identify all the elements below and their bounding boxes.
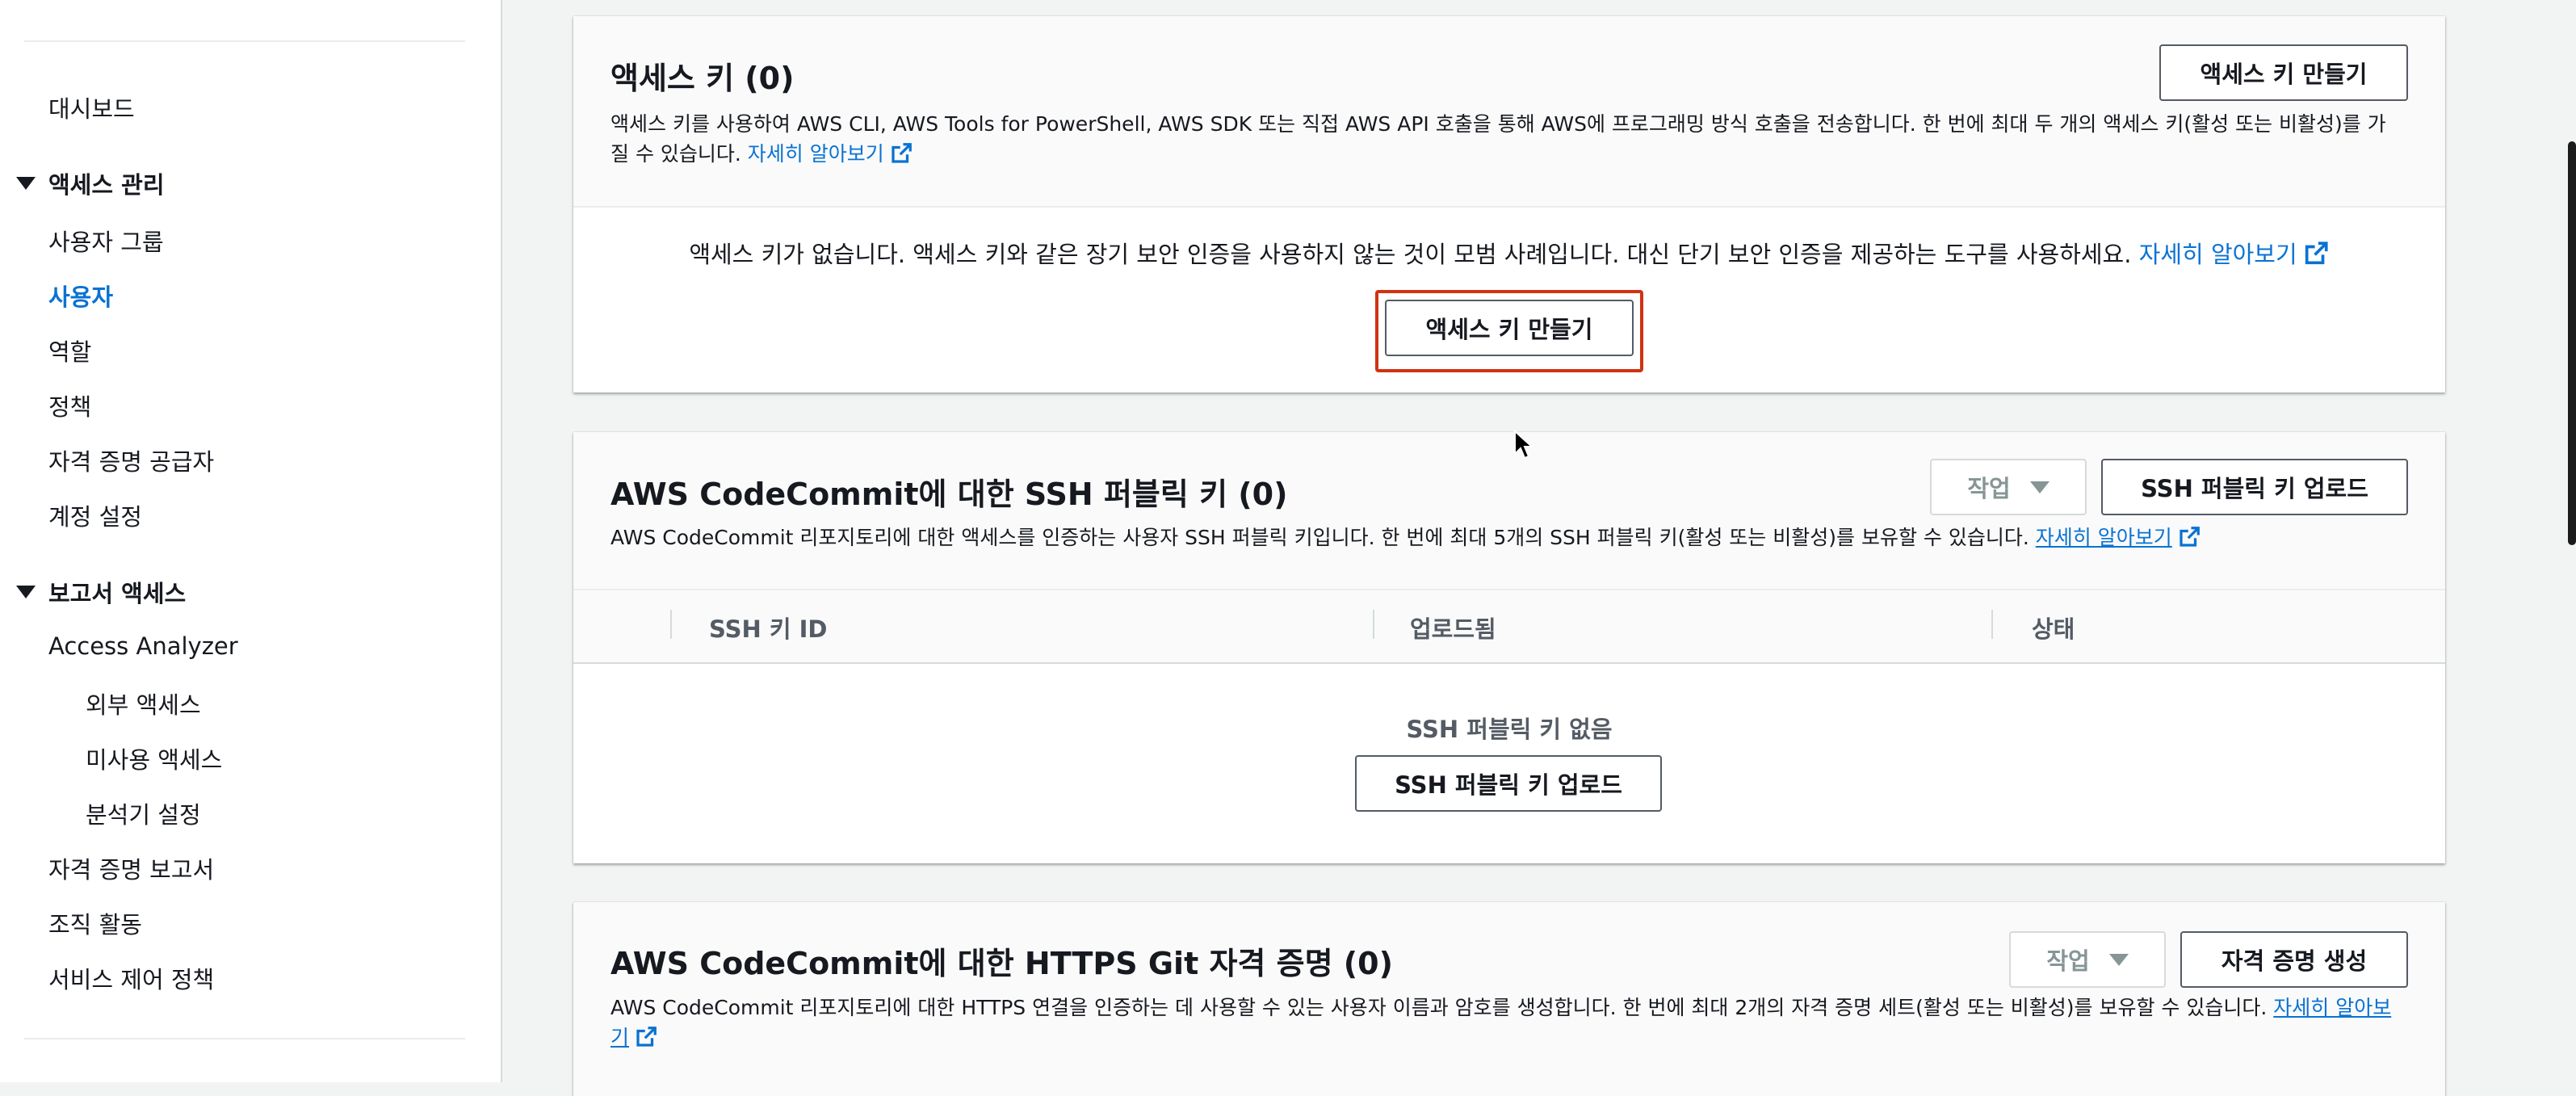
https-git-credentials-panel: AWS CodeCommit에 대한 HTTPS Git 자격 증명 (0) 작… (573, 902, 2445, 1096)
empty-state-upload-ssh-key-button[interactable]: SSH 퍼블릭 키 업로드 (1355, 755, 1662, 812)
column-header-status[interactable]: 상태 (2032, 611, 2075, 645)
empty-state-text: 액세스 키가 없습니다. 액세스 키와 같은 장기 보안 인증을 사용하지 않는… (689, 241, 2132, 268)
description-line: AWS CodeCommit 리포지토리에 대한 HTTPS 연결을 인증하는 … (610, 993, 2419, 1023)
sidebar-item-roles[interactable]: 역할 (48, 334, 91, 367)
generate-credentials-button[interactable]: 자격 증명 생성 (2180, 931, 2408, 988)
sidebar-item-account-settings[interactable]: 계정 설정 (48, 498, 142, 532)
description-line-2: 질 수 있습니다. 자세히 알아보기 (610, 139, 2419, 169)
learn-more-label: 자세히 알아보기 (2035, 526, 2172, 549)
description-text: AWS CodeCommit 리포지토리에 대한 액세스를 인증하는 사용자 S… (610, 526, 2029, 549)
upload-ssh-key-button[interactable]: SSH 퍼블릭 키 업로드 (2101, 459, 2408, 515)
description-text: 질 수 있습니다. (610, 142, 741, 166)
access-keys-panel: 액세스 키 (0) 액세스 키 만들기 액세스 키를 사용하여 AWS CLI,… (573, 16, 2445, 393)
panel-title: AWS CodeCommit에 대한 HTTPS Git 자격 증명 (0) (610, 946, 1393, 981)
caret-down-icon (16, 586, 36, 598)
sidebar-item-credential-report[interactable]: 자격 증명 보고서 (48, 851, 214, 885)
column-separator (670, 610, 672, 639)
column-header-ssh-key-id[interactable]: SSH 키 ID (709, 611, 827, 645)
sidebar-section-label: 보고서 액세스 (48, 580, 187, 607)
sidebar-item-dashboard[interactable]: 대시보드 (48, 90, 135, 124)
sidebar-item-external-access[interactable]: 외부 액세스 (86, 687, 201, 720)
sidebar-section-label: 액세스 관리 (48, 171, 165, 199)
sidebar-item-policies[interactable]: 정책 (48, 388, 91, 422)
panel-description: AWS CodeCommit 리포지토리에 대한 HTTPS 연결을 인증하는 … (610, 993, 2419, 1052)
sidebar-item-access-analyzer[interactable]: Access Analyzer (48, 632, 238, 660)
sidebar-item-identity-providers[interactable]: 자격 증명 공급자 (48, 443, 214, 477)
learn-more-link[interactable]: 자세히 알아보 (2273, 996, 2391, 1019)
sidebar-item-organization-activity[interactable]: 조직 활동 (48, 906, 142, 940)
empty-state-create-access-key-button[interactable]: 액세스 키 만들기 (1385, 300, 1634, 356)
sidebar-divider (24, 40, 465, 42)
actions-label: 작업 (2046, 947, 2090, 975)
description-text: AWS CodeCommit 리포지토리에 대한 HTTPS 연결을 인증하는 … (610, 996, 2268, 1019)
learn-more-link[interactable]: 자세히 알아보기 (2139, 241, 2330, 268)
create-access-key-button[interactable]: 액세스 키 만들기 (2159, 44, 2408, 101)
panel-title: AWS CodeCommit에 대한 SSH 퍼블릭 키 (0) (610, 477, 1288, 512)
scrollbar[interactable] (2568, 141, 2576, 545)
learn-more-link[interactable]: 자세히 알아보기 (2036, 526, 2201, 549)
table-top-divider (573, 589, 2445, 590)
external-link-icon (2305, 241, 2328, 265)
column-separator (1373, 610, 1374, 639)
table-header-divider (573, 662, 2445, 664)
panel-divider (573, 206, 2445, 208)
actions-label: 작업 (1967, 475, 2011, 502)
sidebar-item-user-groups[interactable]: 사용자 그룹 (48, 224, 164, 258)
description-line: 액세스 키를 사용하여 AWS CLI, AWS Tools for Power… (610, 112, 2386, 136)
description-line-2: 기 (610, 1023, 2419, 1052)
empty-state-message: 액세스 키가 없습니다. 액세스 키와 같은 장기 보안 인증을 사용하지 않는… (573, 236, 2445, 270)
ssh-keys-panel: AWS CodeCommit에 대한 SSH 퍼블릭 키 (0) 작업 SSH … (573, 432, 2445, 863)
panel-description: AWS CodeCommit 리포지토리에 대한 액세스를 인증하는 사용자 S… (610, 523, 2201, 552)
learn-more-label: 자세히 알아보기 (2138, 241, 2297, 268)
learn-more-label: 기 (610, 1026, 630, 1049)
actions-dropdown-button[interactable]: 작업 (1930, 459, 2087, 515)
learn-more-label: 자세히 알아보기 (747, 142, 884, 166)
sidebar-divider (24, 1038, 465, 1039)
empty-state-text: SSH 퍼블릭 키 없음 (1406, 716, 1613, 743)
learn-more-link-continued[interactable]: 기 (610, 1026, 658, 1049)
sidebar-item-unused-access[interactable]: 미사용 액세스 (86, 741, 222, 775)
column-header-uploaded[interactable]: 업로드됨 (1410, 611, 1496, 645)
external-link-icon (2180, 527, 2200, 547)
sidebar: 대시보드 액세스 관리 사용자 그룹 사용자 역할 정책 자격 증명 공급자 계… (0, 0, 502, 1082)
learn-more-link[interactable]: 자세히 알아보기 (748, 142, 913, 166)
sidebar-item-service-control-policies[interactable]: 서비스 제어 정책 (48, 961, 214, 995)
caret-down-icon (2108, 953, 2129, 966)
actions-dropdown-button[interactable]: 작업 (2009, 931, 2166, 988)
mouse-cursor-icon (1514, 430, 1534, 460)
panel-title: 액세스 키 (0) (610, 61, 795, 96)
sidebar-item-analyzer-settings[interactable]: 분석기 설정 (86, 796, 201, 830)
external-link-icon (636, 1027, 657, 1047)
panel-description: 액세스 키를 사용하여 AWS CLI, AWS Tools for Power… (610, 109, 2419, 169)
caret-down-icon (2029, 481, 2049, 493)
column-separator (1991, 610, 1993, 639)
external-link-icon (892, 143, 912, 163)
caret-down-icon (16, 177, 36, 190)
sidebar-item-users[interactable]: 사용자 (48, 279, 113, 313)
sidebar-section-access-reports[interactable]: 보고서 액세스 (16, 575, 186, 609)
sidebar-section-access-management[interactable]: 액세스 관리 (16, 166, 165, 200)
